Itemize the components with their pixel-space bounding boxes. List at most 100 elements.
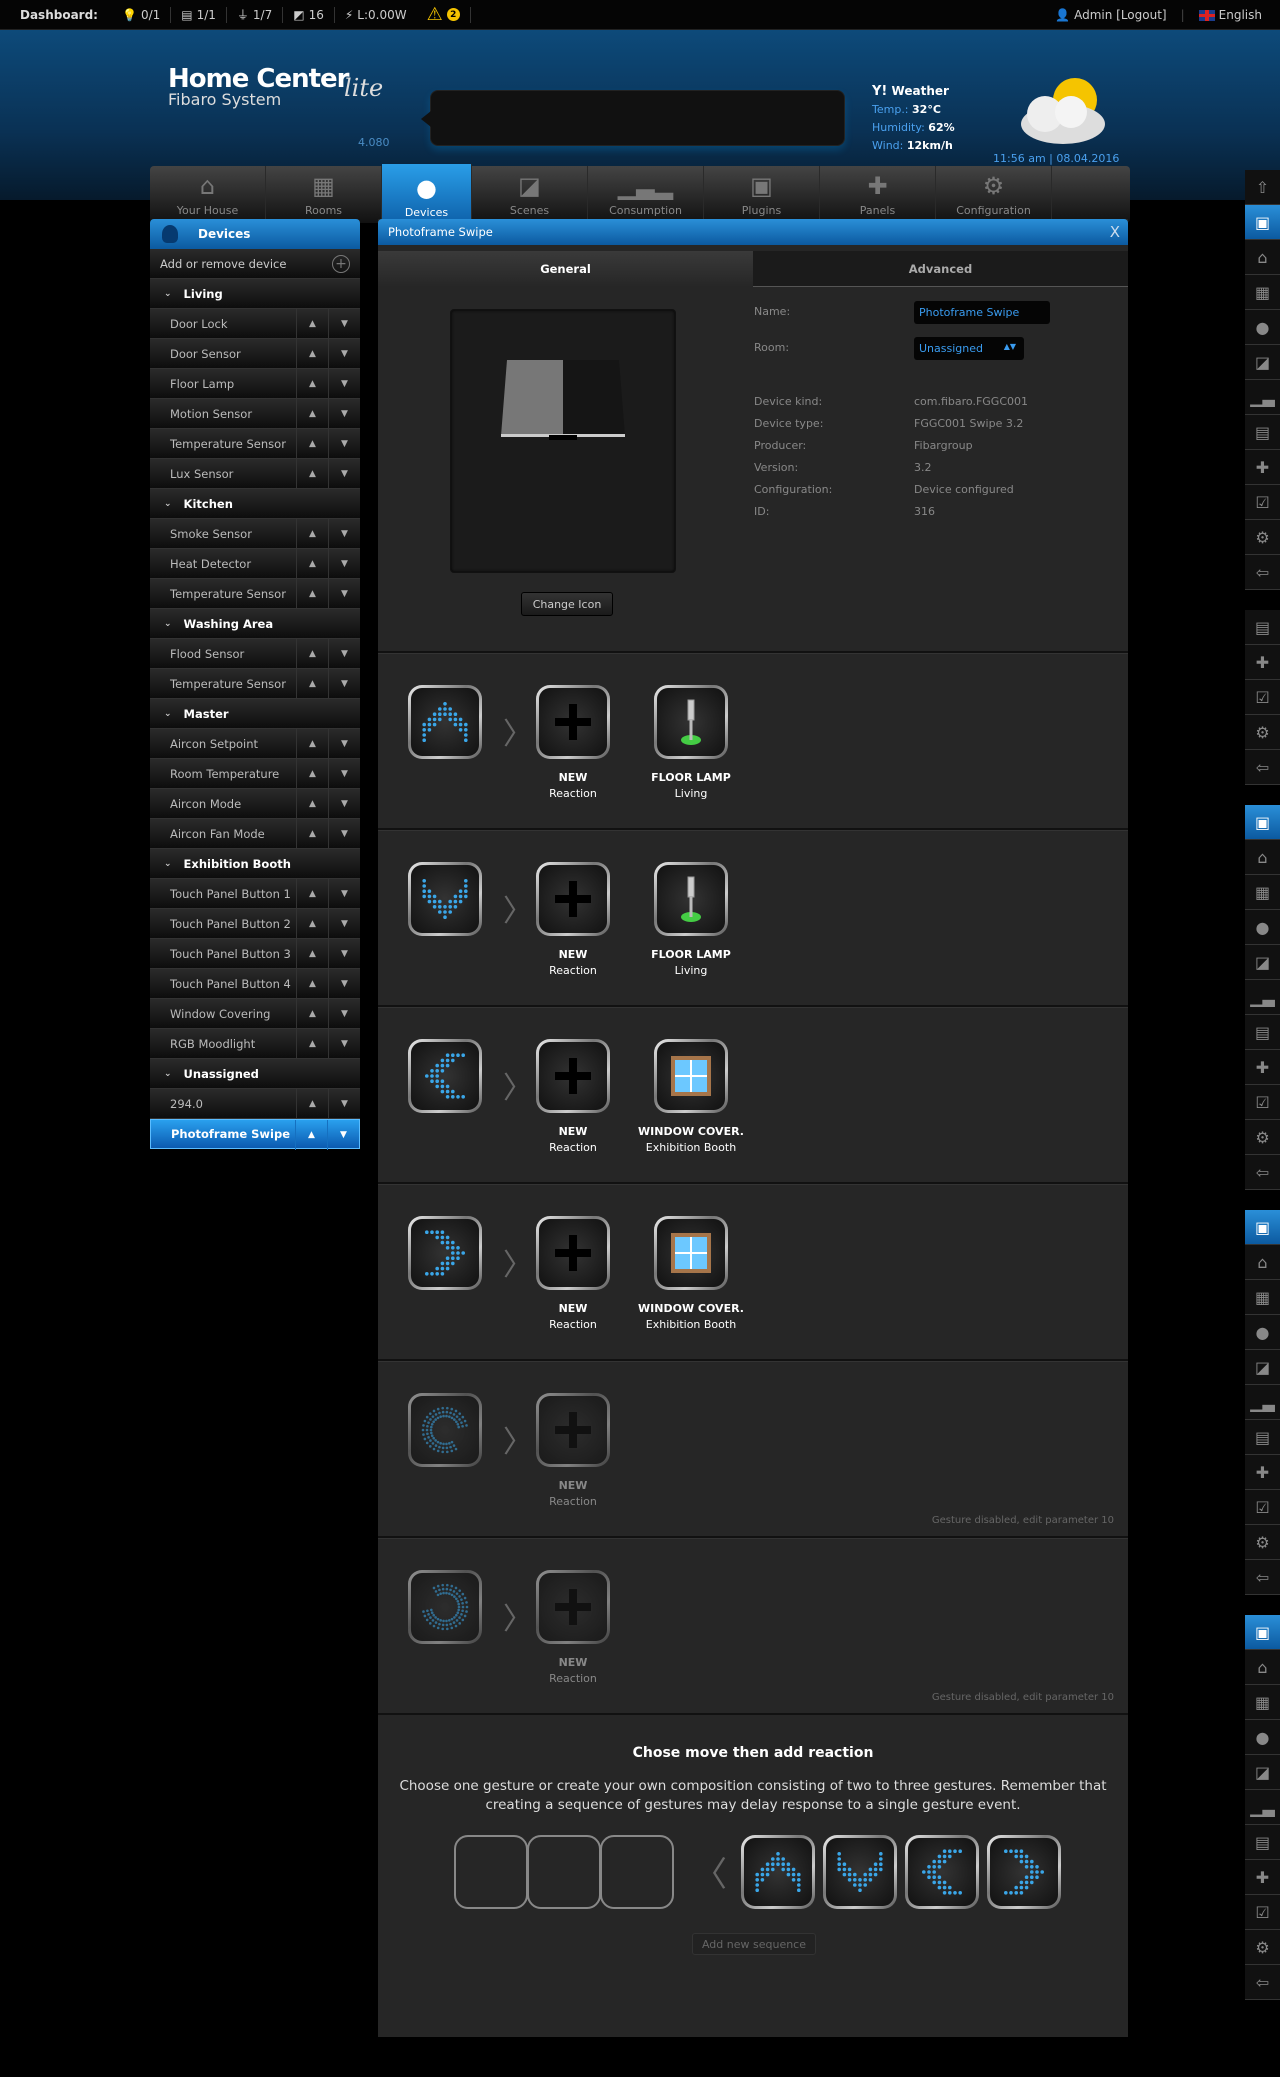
nav-tab-configuration[interactable]: ⚙ Configuration (936, 166, 1052, 223)
room-group[interactable]: ⌄ Washing Area (150, 609, 360, 639)
dock-bulb-icon[interactable]: ● (1245, 310, 1280, 345)
move-up-button[interactable]: ▲ (295, 1120, 327, 1150)
room-group[interactable]: ⌄ Master (150, 699, 360, 729)
move-up-button[interactable]: ▲ (296, 939, 328, 969)
reaction-window-button[interactable] (654, 1039, 728, 1113)
move-up-button[interactable]: ▲ (296, 309, 328, 339)
dock-chart-icon[interactable]: ▁▃ (1245, 1385, 1280, 1420)
move-down-button[interactable]: ▼ (328, 309, 360, 339)
move-down-button[interactable]: ▼ (328, 399, 360, 429)
tab-general[interactable]: General (378, 251, 753, 287)
gesture-down-button[interactable] (408, 862, 482, 936)
dock-gears-icon[interactable]: ⚙ (1245, 1930, 1280, 1965)
move-up-button[interactable]: ▲ (296, 1029, 328, 1059)
change-icon-button[interactable]: Change Icon (521, 592, 613, 616)
dock-house-icon[interactable]: ⌂ (1245, 1245, 1280, 1280)
move-down-button[interactable]: ▼ (328, 969, 360, 999)
device-item[interactable]: 294.0 ▲ ▼ (150, 1089, 360, 1119)
stat-blind[interactable]: ▤ 1/1 (171, 6, 227, 23)
gesture-cw-button[interactable] (408, 1393, 482, 1467)
dock-puzzle-icon[interactable]: ✚ (1245, 1050, 1280, 1085)
room-group[interactable]: ⌄ Living (150, 279, 360, 309)
dock-exit-icon[interactable]: ⇦ (1245, 555, 1280, 590)
device-item[interactable]: Window Covering ▲ ▼ (150, 999, 360, 1029)
dock-bulb-icon[interactable]: ● (1245, 1315, 1280, 1350)
move-up-button[interactable]: ▲ (296, 1089, 328, 1119)
logo[interactable]: Home Center Fibaro System lite 4.080 (168, 64, 390, 149)
move-down-button[interactable]: ▼ (328, 369, 360, 399)
move-up-button[interactable]: ▲ (296, 789, 328, 819)
dock-house-icon[interactable]: ⌂ (1245, 1650, 1280, 1685)
dock-plugins-icon[interactable]: ▤ (1245, 415, 1280, 450)
nav-tab-your-house[interactable]: ⌂ Your House (150, 166, 266, 223)
move-up-button[interactable]: ▲ (296, 669, 328, 699)
dock-save-icon[interactable]: ▣ (1245, 805, 1280, 840)
move-up-button[interactable]: ▲ (296, 759, 328, 789)
tab-advanced[interactable]: Advanced (753, 251, 1128, 287)
dock-scenes-icon[interactable]: ◪ (1245, 345, 1280, 380)
gesture-right-button[interactable] (408, 1216, 482, 1290)
gesture-up-button[interactable] (408, 685, 482, 759)
device-item[interactable]: Flood Sensor ▲ ▼ (150, 639, 360, 669)
palette-up-gesture[interactable] (741, 1835, 815, 1909)
dock-exit-icon[interactable]: ⇦ (1245, 1155, 1280, 1190)
move-up-button[interactable]: ▲ (296, 339, 328, 369)
nav-tab-scenes[interactable]: ◪ Scenes (472, 166, 588, 223)
move-up-button[interactable]: ▲ (296, 909, 328, 939)
palette-down-gesture[interactable] (823, 1835, 897, 1909)
dock-house-icon[interactable]: ⌂ (1245, 840, 1280, 875)
device-item[interactable]: Touch Panel Button 1 ▲ ▼ (150, 879, 360, 909)
move-up-button[interactable]: ▲ (296, 879, 328, 909)
device-item[interactable]: Door Lock ▲ ▼ (150, 309, 360, 339)
move-down-button[interactable]: ▼ (328, 909, 360, 939)
move-up-button[interactable]: ▲ (296, 729, 328, 759)
move-down-button[interactable]: ▼ (328, 579, 360, 609)
device-item[interactable]: Smoke Sensor ▲ ▼ (150, 519, 360, 549)
palette-left-gesture[interactable] (905, 1835, 979, 1909)
dock-save-icon[interactable]: ▣ (1245, 1615, 1280, 1650)
reaction-lamp-button[interactable] (654, 862, 728, 936)
room-group[interactable]: ⌄ Kitchen (150, 489, 360, 519)
gesture-ccw-button[interactable] (408, 1570, 482, 1644)
stat-lightning[interactable]: ⚡ L:0.00W (335, 7, 417, 23)
nav-tab-plugins[interactable]: ▣ Plugins (704, 166, 820, 223)
sequence-slot-2[interactable] (527, 1835, 601, 1909)
gesture-left-button[interactable] (408, 1039, 482, 1113)
dock-scenes-icon[interactable]: ◪ (1245, 945, 1280, 980)
device-item[interactable]: Aircon Mode ▲ ▼ (150, 789, 360, 819)
move-down-button[interactable]: ▼ (328, 639, 360, 669)
language-selector[interactable]: English (1198, 8, 1262, 22)
dock-chart-icon[interactable]: ▁▃ (1245, 980, 1280, 1015)
reaction-window-button[interactable] (654, 1216, 728, 1290)
dock-puzzle-icon[interactable]: ✚ (1245, 450, 1280, 485)
stat-scene[interactable]: ◩ 16 (283, 6, 335, 23)
reaction-lamp-button[interactable] (654, 685, 728, 759)
dock-puzzle-icon[interactable]: ✚ (1245, 645, 1280, 680)
nav-tab-devices[interactable]: ● Devices (382, 164, 472, 225)
dock-rooms-icon[interactable]: ▦ (1245, 1685, 1280, 1720)
device-item[interactable]: Door Sensor ▲ ▼ (150, 339, 360, 369)
dock-exit-icon[interactable]: ⇦ (1245, 1560, 1280, 1595)
new-reaction-button[interactable] (536, 1039, 610, 1113)
dock-panels-icon[interactable]: ☑ (1245, 1490, 1280, 1525)
dock-panels-icon[interactable]: ☑ (1245, 1895, 1280, 1930)
device-item[interactable]: Photoframe Swipe ▲ ▼ (150, 1119, 360, 1150)
device-item[interactable]: RGB Moodlight ▲ ▼ (150, 1029, 360, 1059)
move-up-button[interactable]: ▲ (296, 969, 328, 999)
dock-rooms-icon[interactable]: ▦ (1245, 875, 1280, 910)
dock-bulb-icon[interactable]: ● (1245, 910, 1280, 945)
dock-chart-icon[interactable]: ▁▃ (1245, 1790, 1280, 1825)
dock-puzzle-icon[interactable]: ✚ (1245, 1455, 1280, 1490)
dock-rooms-icon[interactable]: ▦ (1245, 275, 1280, 310)
palette-right-gesture[interactable] (987, 1835, 1061, 1909)
device-item[interactable]: Temperature Sensor ▲ ▼ (150, 429, 360, 459)
move-down-button[interactable]: ▼ (328, 759, 360, 789)
device-item[interactable]: Aircon Fan Mode ▲ ▼ (150, 819, 360, 849)
move-down-button[interactable]: ▼ (328, 669, 360, 699)
name-input[interactable] (914, 301, 1050, 324)
nav-tab-consumption[interactable]: ▁▃▂ Consumption (588, 166, 704, 223)
dock-plugins-icon[interactable]: ▤ (1245, 1420, 1280, 1455)
device-item[interactable]: Lux Sensor ▲ ▼ (150, 459, 360, 489)
room-select[interactable]: Unassigned ▲▼ (914, 337, 1024, 360)
stat-bulb[interactable]: 💡 0/1 (112, 6, 172, 23)
